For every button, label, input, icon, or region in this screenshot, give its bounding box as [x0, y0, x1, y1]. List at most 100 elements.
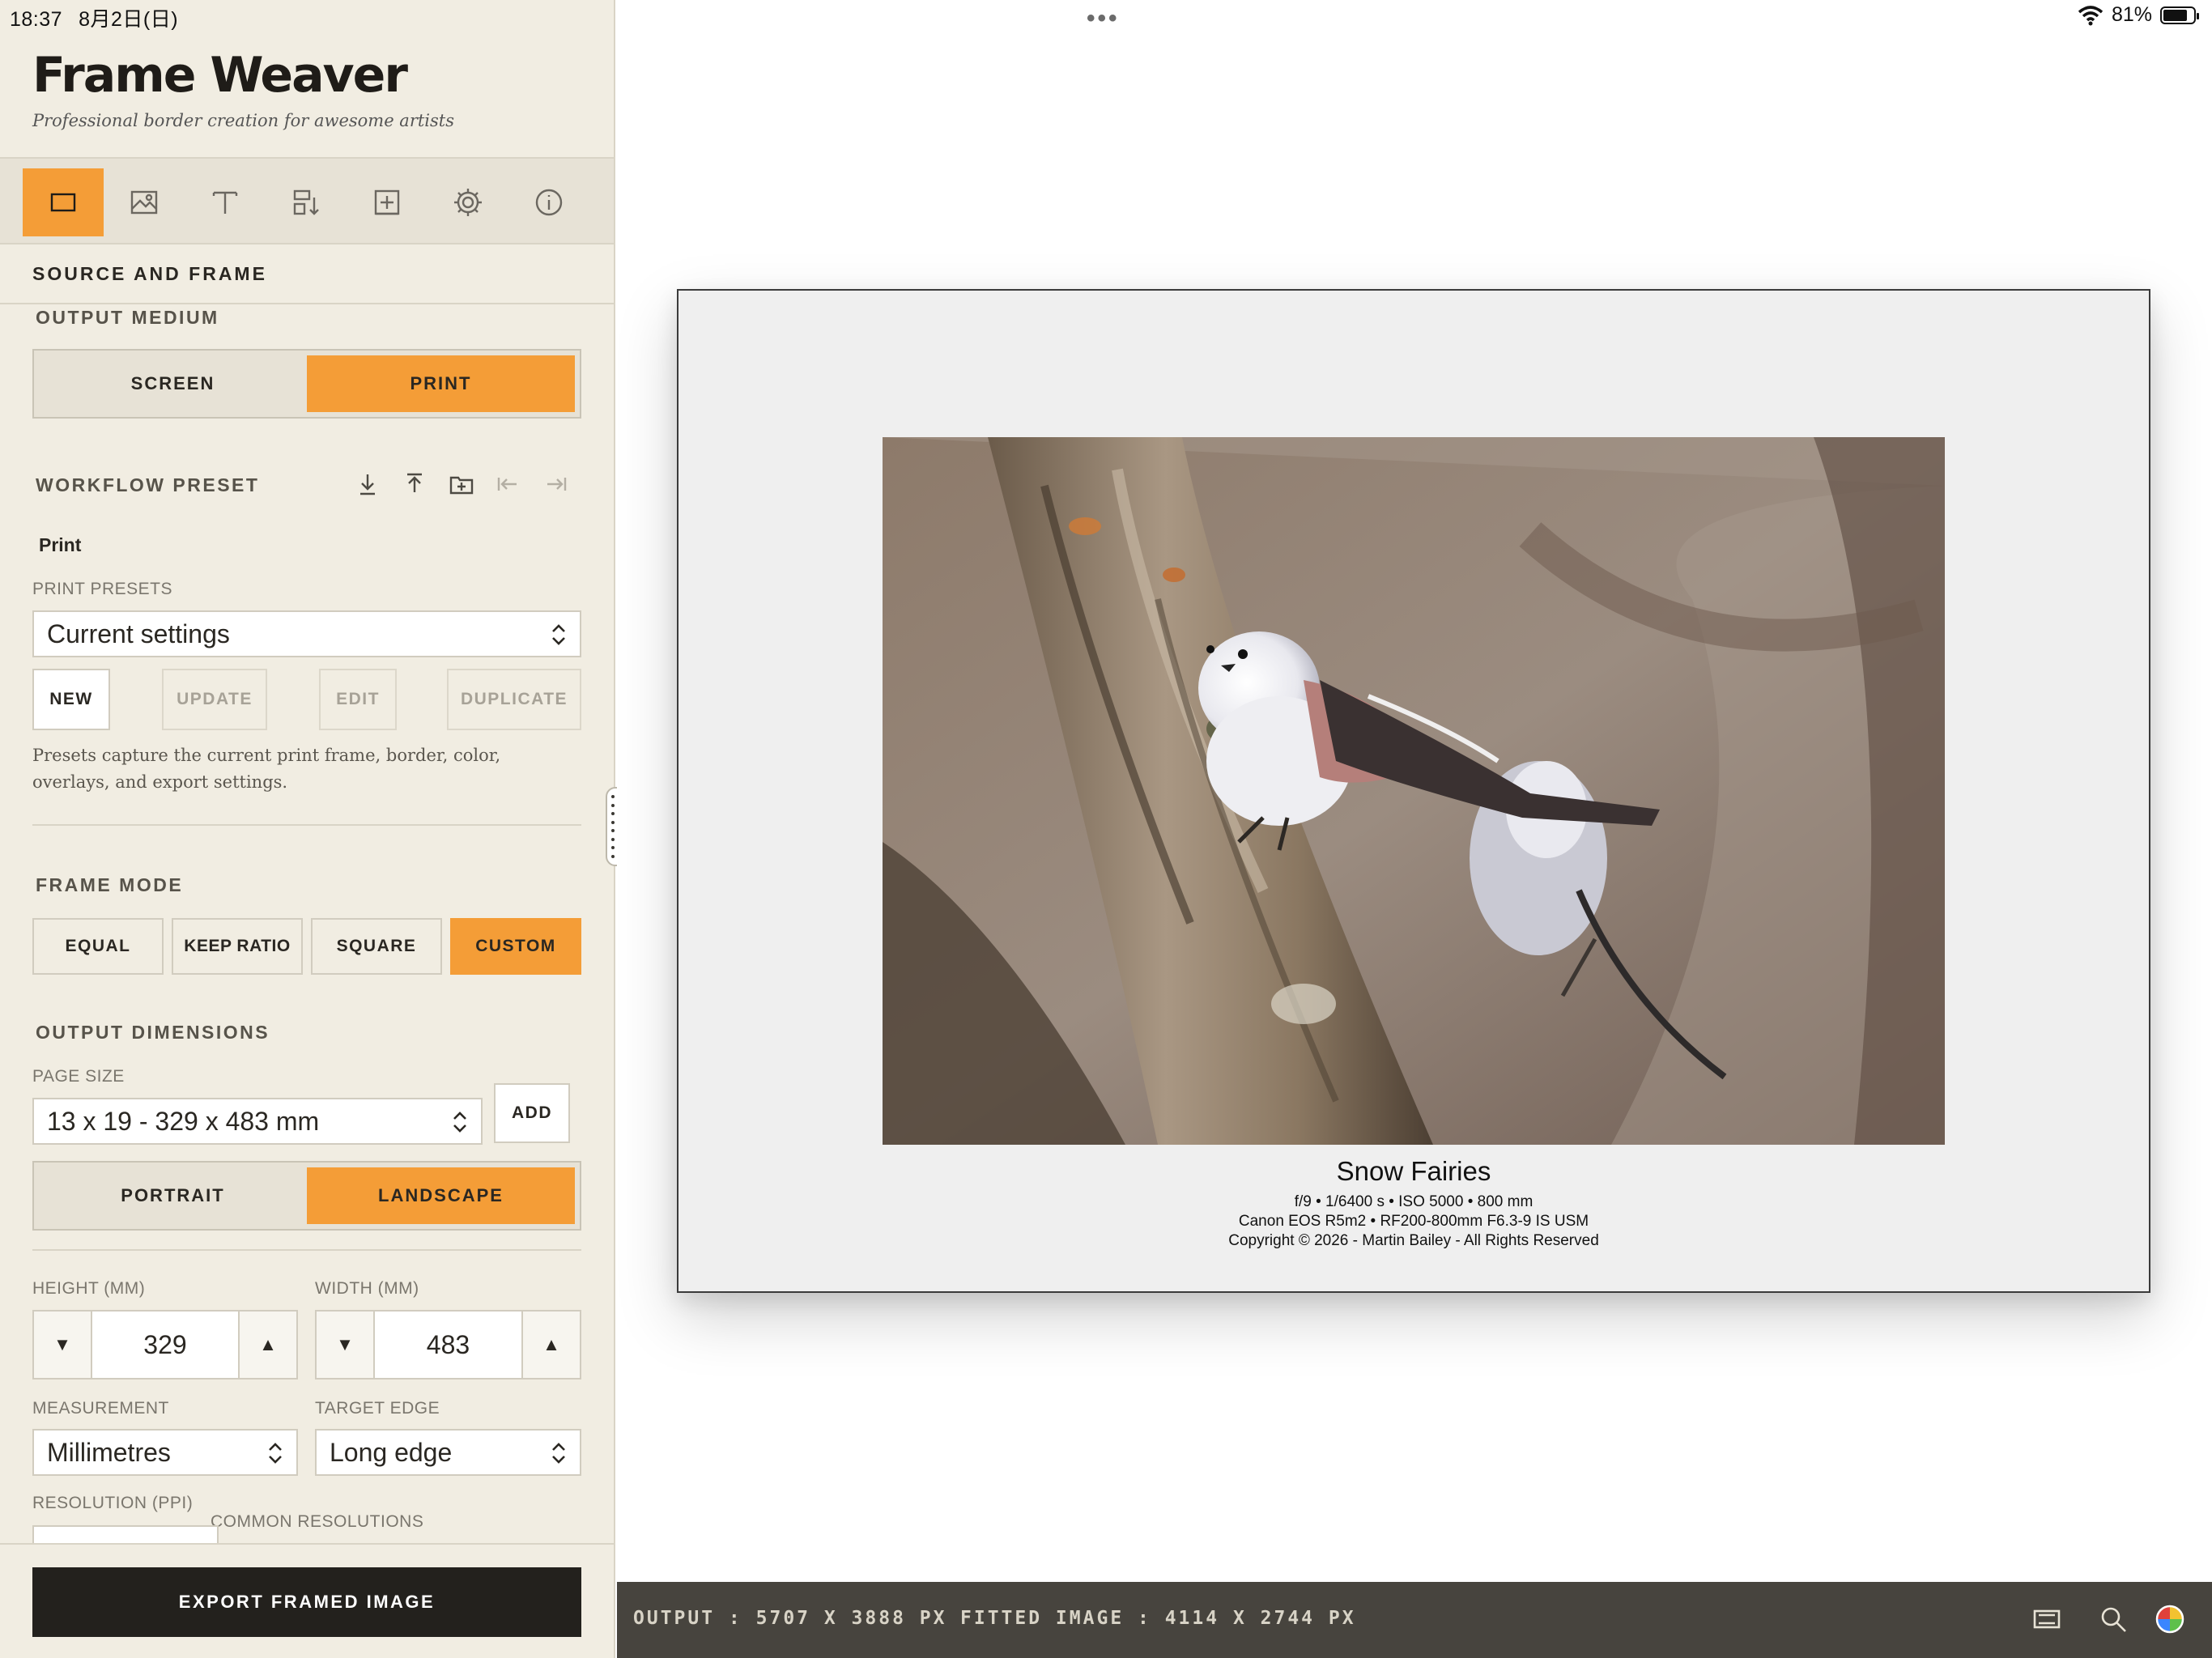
folder-add-icon	[449, 476, 474, 495]
measurement-value: Millimetres	[47, 1437, 171, 1467]
zoom-icon	[2101, 1607, 2126, 1632]
tab-info[interactable]	[508, 168, 589, 236]
measurement-label: MEASUREMENT	[32, 1399, 169, 1418]
sidebar: 18:37 8月2日(日) Frame Weaver Professional b…	[0, 0, 615, 1658]
multitasking-dots[interactable]: •••	[1087, 5, 1120, 32]
export-bar: EXPORT FRAMED IMAGE	[0, 1543, 614, 1658]
frame-mode-square[interactable]: SQUARE	[311, 918, 442, 975]
arrow-left-bar-icon	[497, 478, 517, 491]
common-resolutions-label: COMMON RESOLUTIONS	[211, 1512, 424, 1531]
divider	[32, 1249, 581, 1251]
frame-icon	[50, 193, 76, 212]
page-size-select[interactable]: 13 x 19 - 329 x 483 mm	[32, 1098, 483, 1145]
output-dimensions-label: OUTPUT DIMENSIONS	[36, 1022, 270, 1043]
print-option[interactable]: PRINT	[307, 355, 575, 412]
measurement-select[interactable]: Millimetres	[32, 1429, 298, 1476]
height-decrement[interactable]: ▼	[34, 1312, 92, 1378]
battery-percent: 81%	[2111, 3, 2152, 26]
export-preset-button[interactable]	[400, 470, 429, 499]
align-icon	[293, 189, 319, 215]
height-increment[interactable]: ▲	[238, 1312, 296, 1378]
width-value[interactable]: 483	[375, 1312, 521, 1378]
edit-preset-button[interactable]: EDIT	[319, 669, 397, 730]
current-workflow-preset: Print	[39, 534, 82, 555]
portrait-option[interactable]: PORTRAIT	[39, 1167, 307, 1224]
add-icon	[374, 189, 400, 215]
frame-mode-label: FRAME MODE	[36, 874, 184, 895]
duplicate-preset-button[interactable]: DUPLICATE	[447, 669, 581, 730]
next-preset-button[interactable]	[541, 470, 570, 499]
arrow-right-bar-icon	[547, 478, 567, 491]
info-icon	[535, 189, 563, 216]
status-time: 18:37	[10, 8, 63, 31]
add-page-size-button[interactable]: ADD	[494, 1083, 570, 1143]
divider	[0, 303, 614, 304]
color-wheel-icon	[2155, 1605, 2184, 1634]
height-label: HEIGHT (MM)	[32, 1279, 146, 1298]
fitted-image-size-text: FITTED IMAGE : 4114 X 2744 PX	[960, 1608, 1356, 1629]
output-medium-toggle: SCREEN PRINT	[32, 349, 581, 419]
caption-exposure: f/9 • 1/6400 s • ISO 5000 • 800 mm	[1294, 1193, 1534, 1210]
zoom-button[interactable]	[2095, 1601, 2131, 1637]
caption-title: Snow Fairies	[1336, 1156, 1491, 1186]
width-decrement[interactable]: ▼	[317, 1312, 375, 1378]
frame-mode-custom[interactable]: CUSTOM	[450, 918, 581, 975]
download-icon	[360, 474, 375, 495]
fit-screen-button[interactable]	[2029, 1601, 2065, 1637]
tab-frame[interactable]	[23, 168, 104, 236]
screen-option[interactable]: SCREEN	[39, 355, 307, 412]
tab-text[interactable]	[185, 168, 266, 236]
new-folder-button[interactable]	[447, 470, 476, 499]
status-date: 8月2日(日)	[79, 8, 179, 31]
landscape-option[interactable]: LANDSCAPE	[307, 1167, 575, 1224]
screen-icon	[2033, 1609, 2061, 1629]
print-presets-label: PRINT PRESETS	[32, 580, 172, 598]
tool-tabs	[0, 157, 614, 244]
print-presets-value: Current settings	[47, 619, 230, 648]
wifi-icon	[2078, 5, 2104, 25]
page-size-value: 13 x 19 - 329 x 483 mm	[47, 1106, 320, 1136]
app-title: Frame Weaver	[32, 47, 408, 104]
tab-image[interactable]	[104, 168, 185, 236]
tab-settings[interactable]	[428, 168, 508, 236]
tab-add[interactable]	[347, 168, 428, 236]
print-presets-select[interactable]: Current settings	[32, 610, 581, 657]
app-subtitle: Professional border creation for awesome…	[32, 111, 455, 130]
frame-mode-equal[interactable]: EQUAL	[32, 918, 164, 975]
target-edge-value: Long edge	[330, 1437, 453, 1467]
photo-preview	[883, 437, 1945, 1145]
new-preset-button[interactable]: NEW	[32, 669, 110, 730]
output-medium-label: OUTPUT MEDIUM	[36, 307, 219, 328]
width-stepper: ▼ 483 ▲	[315, 1310, 581, 1380]
caption-gear: Canon EOS R5m2 • RF200-800mm F6.3-9 IS U…	[1238, 1213, 1589, 1230]
export-framed-image-button[interactable]: EXPORT FRAMED IMAGE	[32, 1567, 581, 1637]
previous-preset-button[interactable]	[494, 470, 523, 499]
battery-icon	[2160, 6, 2199, 24]
text-icon	[212, 191, 238, 214]
divider	[32, 824, 581, 826]
tab-align[interactable]	[266, 168, 347, 236]
width-label: WIDTH (MM)	[315, 1279, 419, 1298]
orientation-toggle: PORTRAIT LANDSCAPE	[32, 1161, 581, 1231]
chevron-updown-icon	[266, 1440, 285, 1466]
status-indicators: 81%	[2078, 3, 2199, 27]
caption-copyright: Copyright © 2026 - Martin Bailey - All R…	[1228, 1232, 1599, 1249]
target-edge-select[interactable]: Long edge	[315, 1429, 581, 1476]
update-preset-button[interactable]: UPDATE	[162, 669, 267, 730]
image-icon	[130, 190, 158, 215]
frame-mode-keep-ratio[interactable]: KEEP RATIO	[172, 918, 303, 975]
page-size-label: PAGE SIZE	[32, 1067, 125, 1086]
settings-icon	[454, 189, 482, 216]
output-status-bar: OUTPUT : 5707 X 3888 PX FITTED IMAGE : 4…	[617, 1582, 2212, 1658]
workflow-preset-actions	[353, 470, 570, 499]
section-title: SOURCE AND FRAME	[32, 263, 267, 284]
width-increment[interactable]: ▲	[521, 1312, 580, 1378]
target-edge-label: TARGET EDGE	[315, 1399, 440, 1418]
chevron-updown-icon	[450, 1109, 470, 1135]
color-picker-button[interactable]	[2152, 1601, 2188, 1637]
workflow-preset-label: WORKFLOW PRESET	[36, 474, 260, 495]
output-size-text: OUTPUT : 5707 X 3888 PX	[633, 1608, 947, 1629]
height-value[interactable]: 329	[92, 1312, 238, 1378]
import-preset-button[interactable]	[353, 470, 382, 499]
chevron-updown-icon	[549, 622, 568, 648]
